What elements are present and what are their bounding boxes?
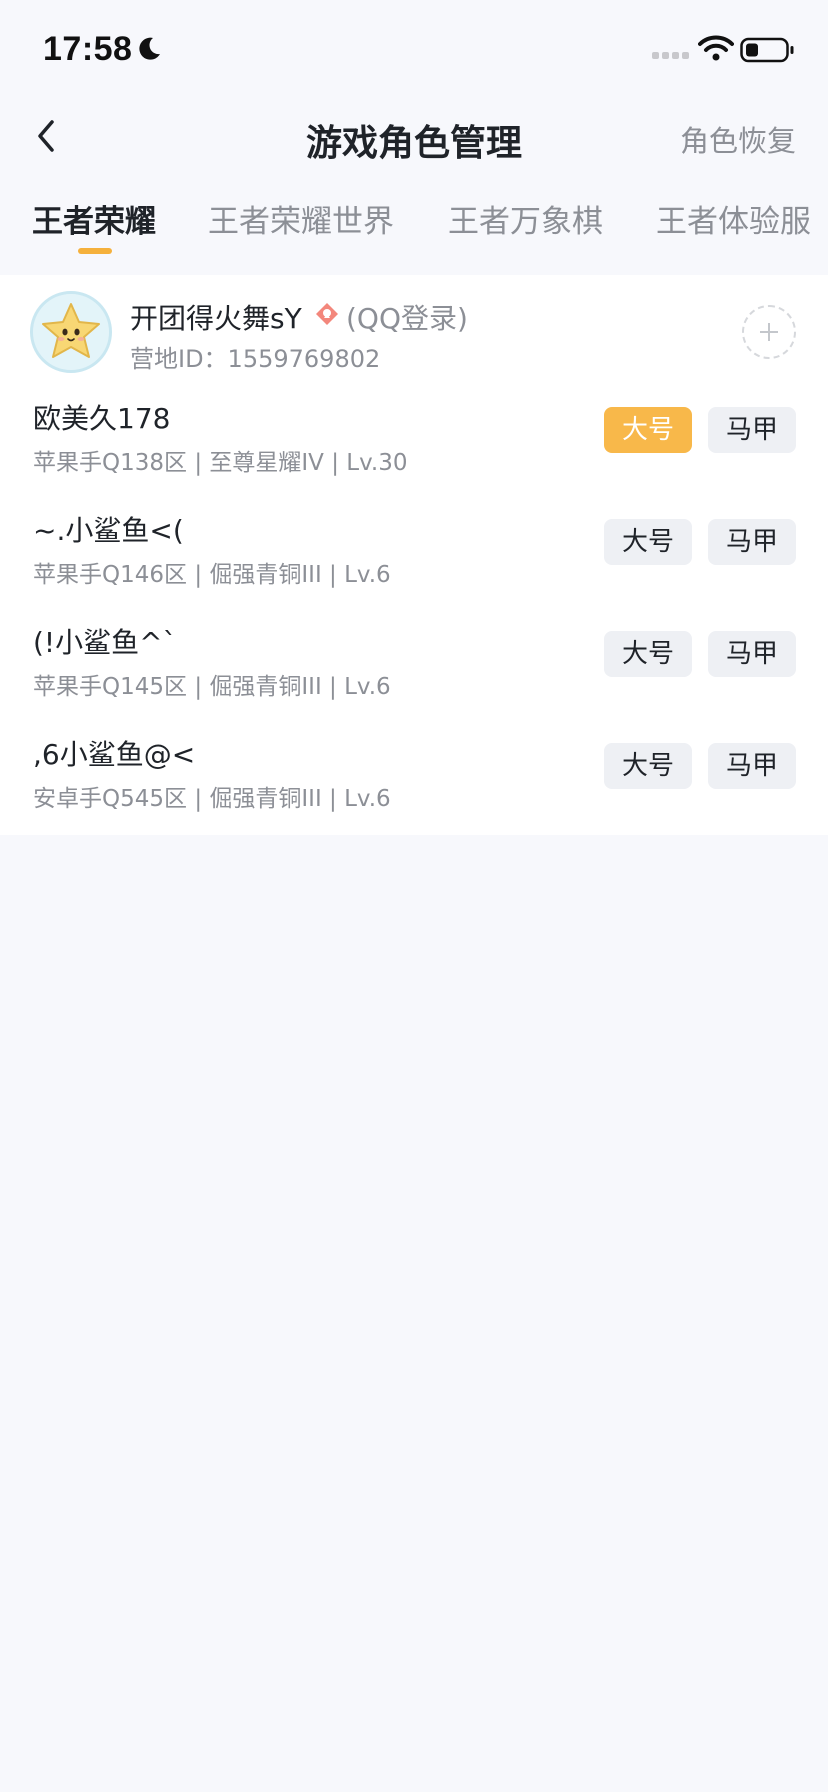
main-account-tag-button[interactable]: 大号	[604, 407, 692, 453]
tab-honor-of-kings-test-server[interactable]: 王者体验服	[656, 196, 811, 241]
game-tabs: 王者荣耀 王者荣耀世界 王者万象棋 王者体验服	[0, 196, 828, 266]
role-name: (!小鲨鱼^`	[33, 626, 177, 659]
add-account-button[interactable]	[742, 305, 796, 359]
active-tab-indicator	[78, 248, 112, 254]
alt-account-tag-button[interactable]: 马甲	[708, 519, 796, 565]
wifi-icon	[698, 35, 734, 61]
role-name: ~.小鲨鱼<(	[33, 514, 184, 547]
tab-honor-of-kings-world[interactable]: 王者荣耀世界	[208, 196, 394, 241]
role-meta: 苹果手Q145区 | 倔强青铜III | Lv.6	[33, 674, 391, 700]
account-name: 开团得火舞sY	[130, 302, 302, 335]
role-restore-button[interactable]: 角色恢复	[680, 118, 796, 160]
login-type: (QQ登录)	[346, 302, 468, 335]
alt-account-tag-button[interactable]: 马甲	[708, 407, 796, 453]
signal-icon	[652, 52, 689, 59]
battery-icon	[740, 37, 794, 63]
role-row: (!小鲨鱼^` 苹果手Q145区 | 倔强青铜III | Lv.6 大号 马甲	[0, 609, 828, 721]
nav-bar: 游戏角色管理 角色恢复	[0, 100, 828, 174]
star-avatar-icon	[33, 294, 109, 370]
vip-diamond-icon	[316, 303, 338, 325]
status-bar: 17:58	[0, 0, 828, 100]
role-row: 欧美久178 苹果手Q138区 | 至尊星耀IV | Lv.30 大号 马甲	[0, 385, 828, 497]
account-row: 开团得火舞sY (QQ登录) 营地ID：1559769802	[0, 275, 828, 385]
page: 17:58 游戏角色管理 角色恢复 王者荣耀 王者荣耀世界 王者万象棋 王者体验…	[0, 0, 828, 1792]
role-meta: 苹果手Q146区 | 倔强青铜III | Lv.6	[33, 562, 391, 588]
tab-honor-of-kings-chess[interactable]: 王者万象棋	[448, 196, 603, 241]
role-row: ,6小鲨鱼@< 安卓手Q545区 | 倔强青铜III | Lv.6 大号 马甲	[0, 721, 828, 833]
main-account-tag-button[interactable]: 大号	[604, 631, 692, 677]
moon-icon	[139, 37, 160, 60]
role-meta: 安卓手Q545区 | 倔强青铜III | Lv.6	[33, 786, 391, 812]
main-account-tag-button[interactable]: 大号	[604, 743, 692, 789]
tab-honor-of-kings[interactable]: 王者荣耀	[32, 196, 156, 241]
role-name: ,6小鲨鱼@<	[33, 738, 196, 771]
roles-card: 开团得火舞sY (QQ登录) 营地ID：1559769802 欧美久178 苹果…	[0, 275, 828, 835]
alt-account-tag-button[interactable]: 马甲	[708, 743, 796, 789]
status-time: 17:58	[43, 30, 133, 68]
main-account-tag-button[interactable]: 大号	[604, 519, 692, 565]
alt-account-tag-button[interactable]: 马甲	[708, 631, 796, 677]
avatar	[30, 291, 112, 373]
camp-id: 营地ID：1559769802	[130, 345, 381, 373]
role-meta: 苹果手Q138区 | 至尊星耀IV | Lv.30	[33, 450, 408, 476]
role-row: ~.小鲨鱼<( 苹果手Q146区 | 倔强青铜III | Lv.6 大号 马甲	[0, 497, 828, 609]
role-name: 欧美久178	[33, 402, 171, 435]
